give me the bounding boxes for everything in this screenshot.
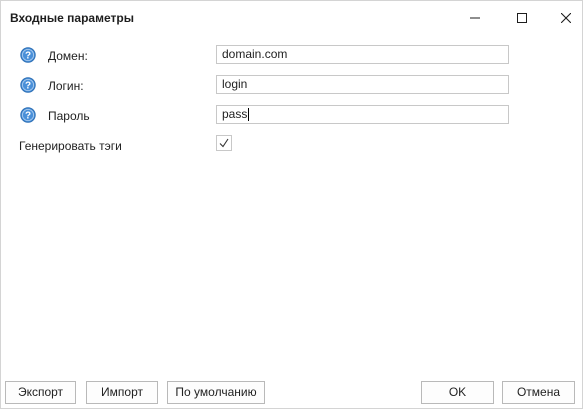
svg-text:?: ?	[25, 111, 31, 122]
minimize-button[interactable]	[453, 1, 497, 34]
login-row: ? Логин: login	[1, 75, 582, 97]
title-bar[interactable]: Входные параметры	[1, 1, 582, 34]
login-field[interactable]: login	[216, 75, 509, 94]
svg-text:?: ?	[25, 51, 31, 62]
svg-text:?: ?	[25, 81, 31, 92]
close-button[interactable]	[544, 1, 583, 34]
maximize-button[interactable]	[500, 1, 544, 34]
help-icon[interactable]: ?	[20, 47, 36, 63]
export-button[interactable]: Экспорт	[5, 381, 76, 404]
generate-tags-checkbox[interactable]	[216, 135, 232, 151]
password-label: Пароль	[48, 109, 90, 123]
cancel-button[interactable]: Отмена	[502, 381, 575, 404]
domain-field[interactable]: domain.com	[216, 45, 509, 64]
close-icon	[561, 12, 571, 23]
help-icon[interactable]: ?	[20, 77, 36, 93]
generate-tags-row: Генерировать тэги	[1, 135, 582, 157]
checkmark-icon	[219, 138, 229, 148]
maximize-icon	[517, 12, 527, 23]
domain-label: Домен:	[48, 49, 88, 63]
domain-row: ? Домен: domain.com	[1, 45, 582, 67]
password-row: ? Пароль pass	[1, 105, 582, 127]
defaults-button[interactable]: По умолчанию	[167, 381, 265, 404]
generate-tags-label: Генерировать тэги	[19, 139, 122, 153]
password-field[interactable]: pass	[216, 105, 509, 124]
login-value: login	[222, 77, 248, 91]
ok-button[interactable]: OK	[421, 381, 494, 404]
text-caret	[248, 108, 250, 121]
domain-value: domain.com	[222, 47, 288, 61]
import-button[interactable]: Импорт	[86, 381, 158, 404]
login-label: Логин:	[48, 79, 84, 93]
window-title: Входные параметры	[10, 11, 134, 25]
password-value: pass	[222, 107, 248, 121]
minimize-icon	[470, 17, 480, 18]
help-icon[interactable]: ?	[20, 107, 36, 123]
dialog-window: Входные параметры ? Домен: domain.com ? …	[0, 0, 583, 409]
